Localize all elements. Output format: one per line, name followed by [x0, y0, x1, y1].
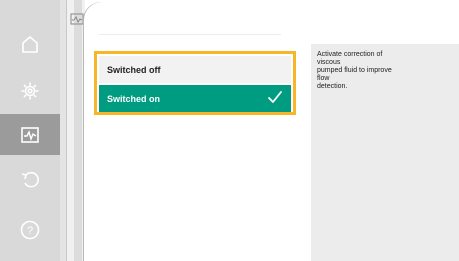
sidebar-item-home[interactable] [0, 23, 60, 64]
help-icon: ? [20, 220, 40, 239]
diagnostics-icon [70, 13, 84, 25]
selector-divider [99, 34, 281, 35]
option-label: Switched off [107, 64, 161, 75]
sidebar-item-restore[interactable] [0, 158, 60, 199]
sidebar-item-diagnostics[interactable] [0, 114, 60, 155]
diagnostics-icon [21, 126, 39, 143]
option-switched-off[interactable]: Switched off [99, 56, 291, 83]
undo-icon [21, 171, 39, 187]
help-text-line: viscous [317, 59, 341, 66]
help-text-line: flow [317, 75, 330, 82]
sidebar-item-settings[interactable] [0, 70, 60, 111]
sidebar: ? [0, 0, 60, 261]
help-text-line: Activate correction of [317, 51, 383, 58]
option-label: Switched on [107, 93, 161, 104]
help-panel: Activate correction of viscous pumped fl… [311, 44, 459, 261]
gear-icon [21, 82, 39, 99]
sidebar-item-help[interactable]: ? [0, 209, 60, 250]
svg-text:?: ? [27, 225, 33, 237]
breadcrumb-strip-shade [74, 0, 82, 261]
check-icon [268, 91, 282, 103]
option-switched-on[interactable]: Switched on [99, 85, 291, 112]
option-list: Switched off Switched on [94, 51, 296, 115]
help-text-line: detection. [317, 83, 348, 90]
help-text-line: pumped fluid to improve [317, 67, 392, 74]
home-icon [22, 35, 38, 53]
